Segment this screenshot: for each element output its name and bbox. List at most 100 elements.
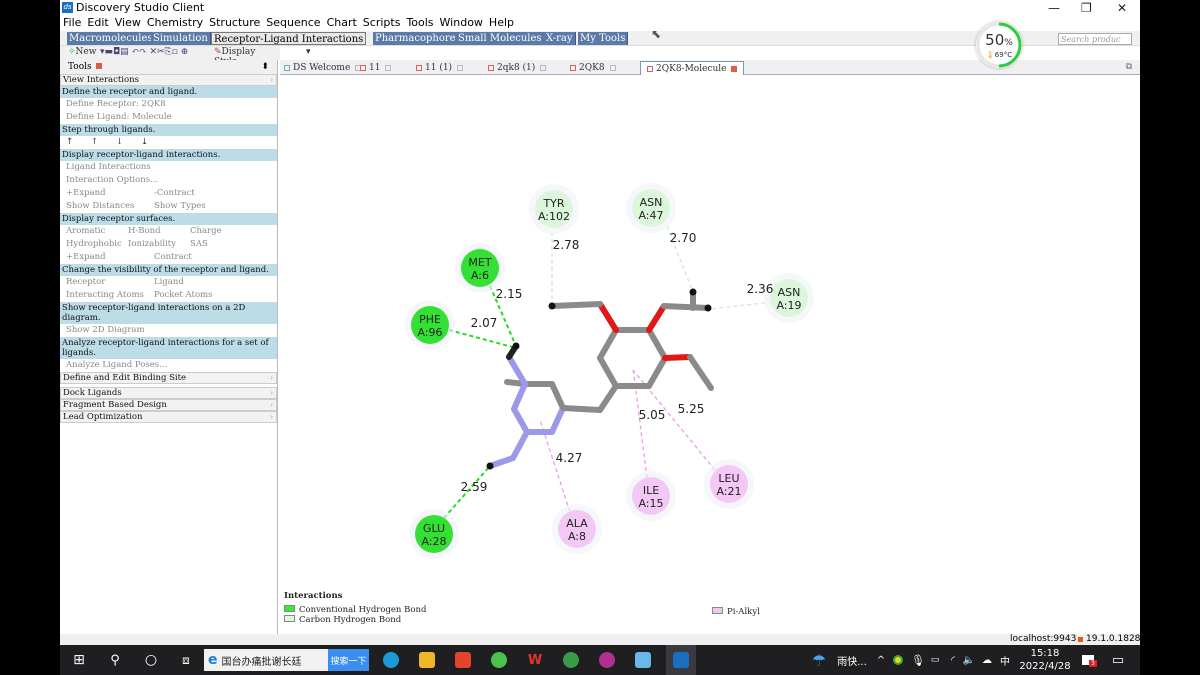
taskbar-discovery-studio[interactable] [666, 645, 696, 675]
task-link[interactable]: H-Bond [128, 225, 190, 238]
task-link[interactable]: +Expand [66, 251, 154, 264]
task-link[interactable]: Ionizability [128, 238, 190, 251]
taskbar-office[interactable] [452, 645, 474, 675]
section-header[interactable]: Dock Ligands [60, 387, 277, 399]
start-button[interactable]: ⊞ [68, 645, 90, 675]
menu-view[interactable]: View [115, 16, 141, 29]
file-tools-icons[interactable]: ▾▬◘▤ ↶↷ ✕✂⎘▫ ⊕ [100, 47, 188, 57]
onedrive-icon[interactable]: ☁ [980, 645, 994, 675]
search-button[interactable]: ⚲ [104, 645, 126, 675]
section-header[interactable]: Lead Optimization [60, 411, 277, 423]
taskbar-edge[interactable] [380, 645, 402, 675]
menu-scripts[interactable]: Scripts [363, 16, 401, 29]
taskbar-wps[interactable]: W [524, 645, 546, 675]
task-link[interactable]: Define Receptor: 2QK8 [66, 98, 166, 111]
doc-tab[interactable]: 11 (1) [416, 61, 464, 75]
2d-interaction-diagram[interactable]: TYR A:102 2.78 ASN A:47 2.70 MET A:6 2.15 ASN A:19… [280, 76, 1140, 634]
task-link[interactable]: Contract [154, 251, 242, 264]
task-link[interactable]: ⤒ [66, 136, 91, 149]
task-link[interactable]: Interaction Options... [66, 174, 158, 187]
task-link[interactable]: ↑ [91, 136, 116, 149]
menu-sequence[interactable]: Sequence [266, 16, 320, 29]
task-link[interactable]: Ligand [154, 276, 242, 289]
task-link[interactable]: ↓ [116, 136, 141, 149]
task-link[interactable]: ⤓ [141, 136, 166, 149]
action-center-icon[interactable]: ▭ [1108, 645, 1128, 675]
taskbar-chem3d[interactable] [596, 645, 618, 675]
task-link[interactable]: Show Types [154, 200, 242, 213]
doc-tab[interactable]: DS Welcome [284, 61, 362, 75]
search-go-button[interactable]: 搜索一下 [328, 649, 369, 671]
menu-chemistry[interactable]: Chemistry [147, 16, 203, 29]
task-link[interactable]: SAS [190, 238, 252, 251]
task-link[interactable]: Interacting Atoms [66, 289, 154, 302]
close-button[interactable]: ✕ [1117, 1, 1127, 15]
task-link[interactable]: Receptor [66, 276, 154, 289]
ribbon-tab-my-tools[interactable]: My Tools [578, 32, 629, 45]
tray-app-icon[interactable] [892, 645, 904, 675]
pin-icon[interactable]: ⬍ [261, 60, 269, 74]
microphone-icon[interactable]: 🎙 [911, 645, 925, 675]
minimize-button[interactable]: — [1048, 1, 1060, 15]
task-link[interactable]: Pocket Atoms [154, 289, 242, 302]
taskbar-app-cartoon[interactable] [632, 645, 654, 675]
section-header[interactable]: View Interactions [60, 74, 277, 86]
menu-chart[interactable]: Chart [327, 16, 357, 29]
ribbon-tab-receptor-ligand[interactable]: Receptor-Ligand Interactions [211, 32, 367, 45]
menu-help[interactable]: Help [489, 16, 514, 29]
menu-edit[interactable]: Edit [87, 16, 108, 29]
ribbon-tab-pharmacophores[interactable]: Pharmacophores [373, 32, 464, 45]
doc-tab[interactable]: 2qk8 (1) [488, 61, 547, 75]
taskbar-chemdraw[interactable] [560, 645, 582, 675]
ribbon-tab-small-molecules[interactable]: Small Molecules [456, 32, 545, 45]
task-link[interactable]: Show 2D Diagram [66, 324, 145, 337]
cortana-button[interactable]: ○ [140, 645, 162, 675]
task-link[interactable]: Ligand Interactions [66, 161, 151, 174]
display-style-dropdown-icon[interactable]: ▾ [306, 47, 311, 57]
menu-tools[interactable]: Tools [406, 16, 433, 29]
ribbon-tab-macromolecules[interactable]: Macromolecules [67, 32, 156, 45]
doc-tab[interactable]: 2QK8-Molecule [640, 61, 745, 75]
taskbar-explorer[interactable] [416, 645, 438, 675]
task-link[interactable]: Hydrophobic [66, 238, 128, 251]
wifi-icon[interactable]: ◜ [946, 645, 960, 675]
task-link[interactable]: +Expand [66, 187, 154, 200]
restore-button[interactable]: ❐ [1081, 1, 1092, 15]
task-link[interactable]: -Contract [154, 187, 242, 200]
close-tools-icon[interactable] [95, 63, 102, 69]
close-tab-icon[interactable] [609, 64, 616, 71]
task-link[interactable]: Charge [190, 225, 252, 238]
task-link[interactable]: Aromatic [66, 225, 128, 238]
maximize-view-icon[interactable]: ⧉ [1126, 62, 1132, 72]
volume-icon[interactable]: 🔈 [962, 645, 976, 675]
menu-structure[interactable]: Structure [209, 16, 260, 29]
ime-indicator[interactable]: 中 [998, 645, 1012, 675]
section-header[interactable]: Define and Edit Binding Site [60, 372, 277, 384]
task-link[interactable]: Show Distances [66, 200, 154, 213]
ribbon-tab-simulation[interactable]: Simulation [151, 32, 211, 45]
menu-file[interactable]: File [63, 16, 81, 29]
close-tab-icon[interactable] [385, 64, 392, 71]
close-tab-icon[interactable] [457, 64, 464, 71]
taskbar-search-box[interactable]: e 国台办痛批谢长廷 [204, 649, 328, 671]
tray-expand-icon[interactable]: ^ [875, 645, 887, 675]
close-tab-icon[interactable] [731, 65, 738, 72]
battery-icon[interactable]: ▭ [928, 645, 942, 675]
notification-app-button[interactable]: 3 [1078, 645, 1098, 675]
task-link[interactable]: Define Ligand: Molecule [66, 111, 172, 124]
ribbon-tab-xray[interactable]: X-ray [544, 32, 576, 45]
doc-tab[interactable]: 2QK8 [570, 61, 616, 75]
taskbar-browser[interactable] [488, 645, 510, 675]
cpu-gauge-widget[interactable]: 50% 🌡69°C [976, 22, 1022, 68]
task-view-button[interactable]: ⧈ [175, 645, 197, 675]
section-header[interactable]: Fragment Based Design [60, 399, 277, 411]
new-button[interactable]: ✧New [68, 47, 96, 57]
distance-label-phe96: 2.07 [471, 316, 498, 330]
clock[interactable]: 15:18 2022/4/28 [1015, 645, 1075, 675]
close-tab-icon[interactable] [540, 64, 547, 71]
menu-window[interactable]: Window [440, 16, 483, 29]
task-link[interactable]: Analyze Ligand Poses... [66, 359, 167, 372]
search-products-input[interactable]: Search produc [1058, 33, 1132, 45]
doc-tab[interactable]: 11 [360, 61, 392, 75]
weather-text[interactable]: 雨快... [832, 645, 872, 675]
